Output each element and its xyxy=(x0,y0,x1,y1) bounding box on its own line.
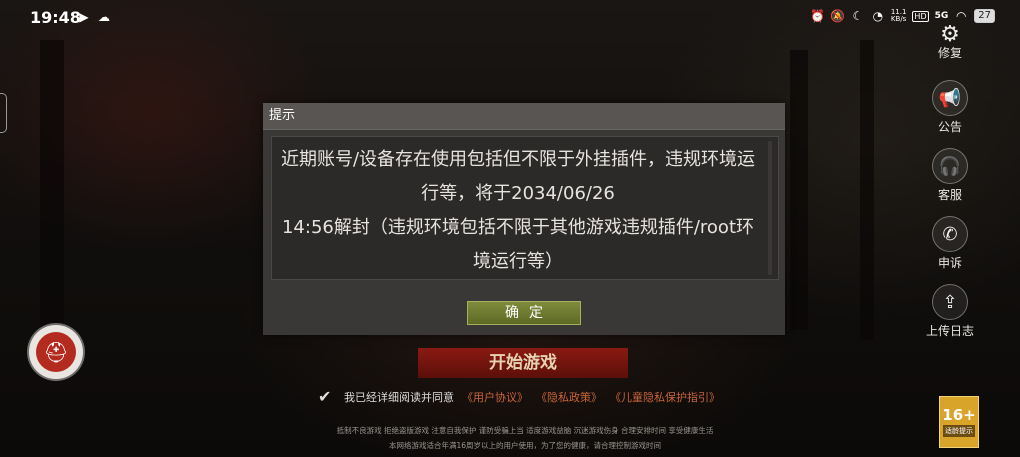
alarm-icon: ⏰ xyxy=(810,9,826,23)
age-rating-badge: 16+ 适龄提示 xyxy=(939,396,979,448)
dialog-message-line: 14:56解封（违规环境包括不限于其他游戏违规插件/root环 xyxy=(281,217,755,238)
confirm-button[interactable]: 确定 xyxy=(467,301,581,325)
edge-panel-handle[interactable] xyxy=(0,93,7,133)
health-notice-line2: 本网络游戏适合年满16周岁以上的用户使用，为了您的健康，请合理控制游戏时间 xyxy=(388,441,662,450)
floating-assistant-button[interactable]: ⛑ xyxy=(29,325,83,379)
gauge-icon: ◔ xyxy=(872,9,884,23)
video-app-icon: ▶ xyxy=(79,10,89,24)
moon-icon: ☾ xyxy=(852,9,864,23)
side-item-label: 修复 xyxy=(937,46,962,60)
status-bar: 19:48 ▶ ☁ ⏰ 🔕 ☾ ◔ 11.1 KB/s HD 5G ◠ 27 xyxy=(0,0,1020,36)
health-notice-line1: 抵制不良游戏 拒绝盗版游戏 注意自我保护 谨防受骗上当 适度游戏益脑 沉迷游戏伤… xyxy=(336,426,714,435)
hd-icon: HD xyxy=(912,10,929,22)
network-speed-unit: KB/s xyxy=(890,15,907,23)
agree-prefix: 我已经详细阅读并同意 xyxy=(344,391,454,404)
agreement-row: ✔ 我已经详细阅读并同意 《用户协议》 《隐私政策》 《儿童隐私保护指引》 xyxy=(318,388,738,406)
side-item-upload-log[interactable]: ⇪ 上传日志 xyxy=(915,282,985,339)
user-agreement-link[interactable]: 《用户协议》 xyxy=(462,389,528,405)
side-item-label: 上传日志 xyxy=(925,324,974,338)
ban-notice-dialog: 提示 近期账号/设备存在使用包括但不限于外挂插件，违规环境运 行等，将于2034… xyxy=(263,103,785,335)
side-item-announcement[interactable]: 📢 公告 xyxy=(915,78,985,135)
dialog-scrollbar[interactable] xyxy=(768,141,772,275)
side-item-repair[interactable]: ⚙ 修复 xyxy=(915,21,985,61)
battery-icon: 27 xyxy=(974,9,995,23)
dialog-message-line: 近期账号/设备存在使用包括但不限于外挂插件，违规环境运 xyxy=(280,149,756,170)
side-item-label: 公告 xyxy=(937,120,962,134)
side-item-label: 申诉 xyxy=(937,256,962,270)
helmet-icon: ⛑ xyxy=(36,332,76,372)
mute-icon: 🔕 xyxy=(830,9,846,23)
age-rating-sub: 适龄提示 xyxy=(943,425,975,437)
age-rating: 16+ xyxy=(942,406,976,424)
side-item-customer-service[interactable]: 🎧 客服 xyxy=(915,146,985,203)
megaphone-icon: 📢 xyxy=(930,78,970,118)
network-speed: 11.1 KB/s xyxy=(891,9,907,23)
gear-icon: ⚙ xyxy=(940,21,960,47)
checkmark-icon[interactable]: ✔ xyxy=(318,388,336,406)
side-item-label: 客服 xyxy=(937,188,962,202)
side-item-appeal[interactable]: ✆ 申诉 xyxy=(915,214,985,271)
upload-icon: ⇪ xyxy=(930,282,970,322)
dialog-message-box[interactable]: 近期账号/设备存在使用包括但不限于外挂插件，违规环境运 行等，将于2034/06… xyxy=(271,136,779,280)
dialog-message-line: 行等，将于2034/06/26 xyxy=(421,183,615,204)
start-game-button[interactable]: 开始游戏 xyxy=(418,348,628,378)
headset-icon: 🎧 xyxy=(930,146,970,186)
phone-icon: ✆ xyxy=(930,214,970,254)
privacy-policy-link[interactable]: 《隐私政策》 xyxy=(536,389,602,405)
cloud-app-icon: ☁ xyxy=(98,10,110,24)
child-privacy-link[interactable]: 《儿童隐私保护指引》 xyxy=(610,389,720,405)
dialog-message: 近期账号/设备存在使用包括但不限于外挂插件，违规环境运 行等，将于2034/06… xyxy=(276,143,760,279)
dialog-message-line: 境运行等） xyxy=(473,251,563,272)
status-time: 19:48 xyxy=(30,8,81,27)
dialog-title: 提示 xyxy=(263,103,785,130)
cellular-signal-icon: 5G xyxy=(934,11,949,21)
